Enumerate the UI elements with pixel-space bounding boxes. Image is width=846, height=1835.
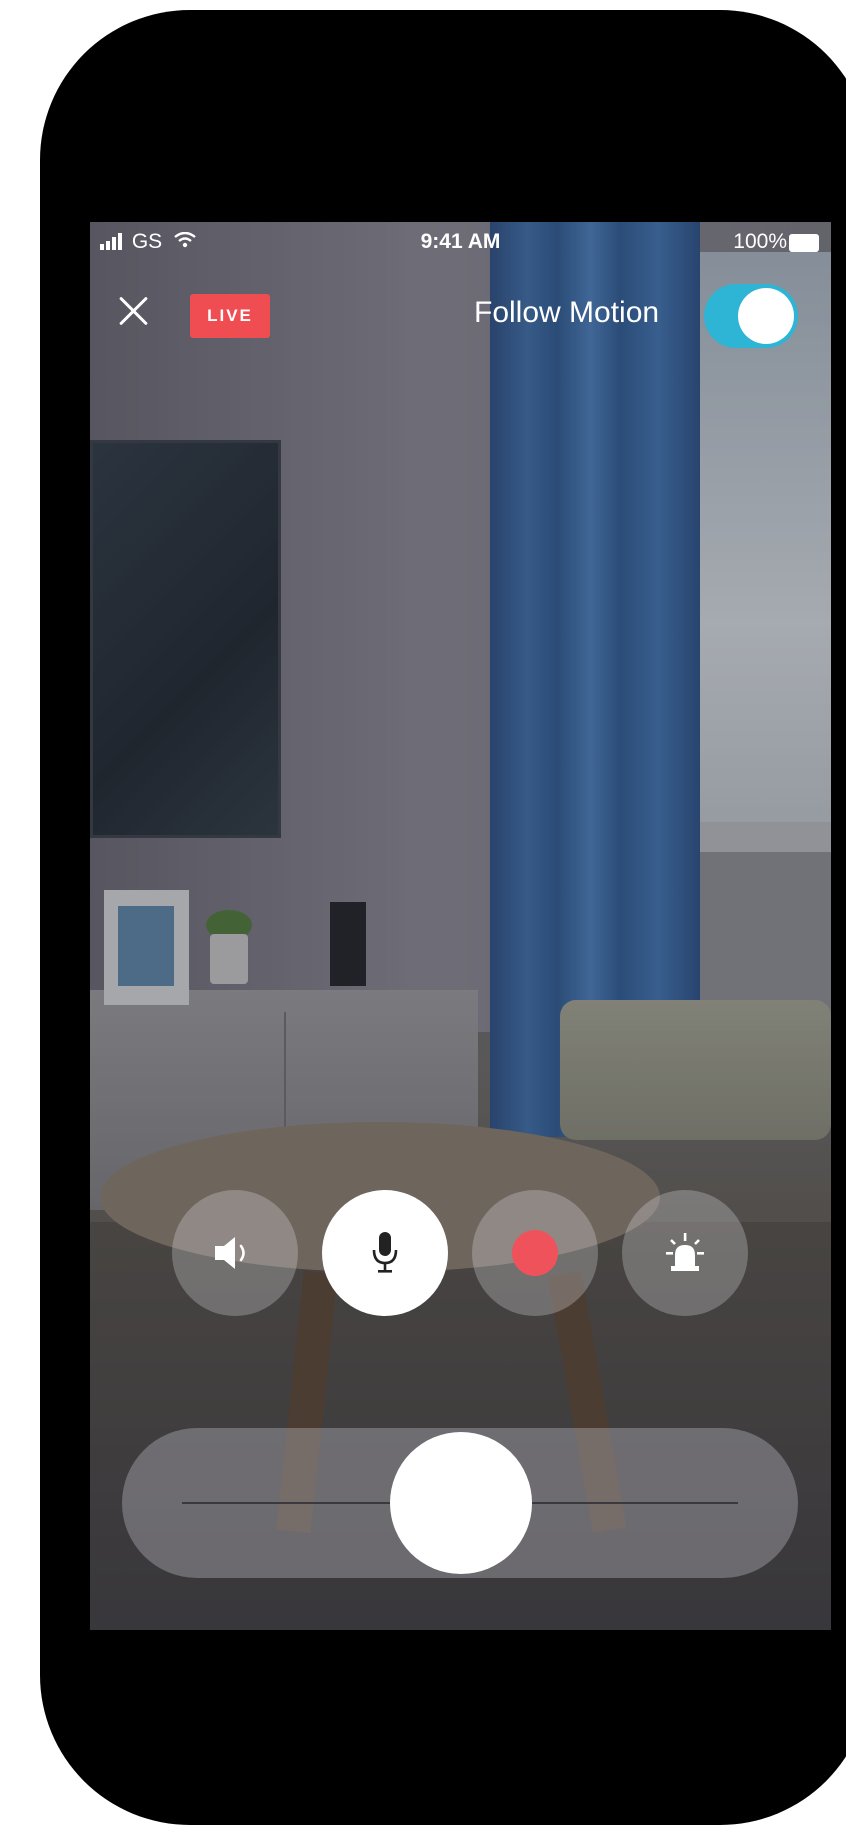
toggle-knob	[738, 288, 794, 344]
alarm-siren-icon	[666, 1233, 704, 1271]
status-bar: GS 9:41 AM 100%	[90, 222, 831, 262]
camera-feed-dim-overlay	[90, 222, 831, 1630]
pan-slider-thumb[interactable]	[390, 1432, 532, 1574]
microphone-button[interactable]	[322, 1190, 448, 1316]
speaker-button[interactable]	[172, 1190, 298, 1316]
record-icon	[512, 1230, 558, 1276]
close-icon[interactable]	[116, 294, 150, 328]
follow-motion-label: Follow Motion	[474, 296, 660, 329]
follow-motion-toggle[interactable]	[704, 284, 798, 348]
speaker-icon	[215, 1237, 245, 1269]
status-time: 9:41 AM	[420, 230, 501, 253]
pan-slider[interactable]	[122, 1428, 798, 1578]
record-button[interactable]	[472, 1190, 598, 1316]
live-view-screen: GS 9:41 AM 100% LIVE Follow Motion	[90, 222, 831, 1630]
battery-icon	[789, 234, 819, 252]
alarm-button[interactable]	[622, 1190, 748, 1316]
live-badge: LIVE	[190, 294, 270, 338]
battery-percent: 100%	[733, 230, 787, 253]
microphone-icon	[372, 1232, 398, 1273]
